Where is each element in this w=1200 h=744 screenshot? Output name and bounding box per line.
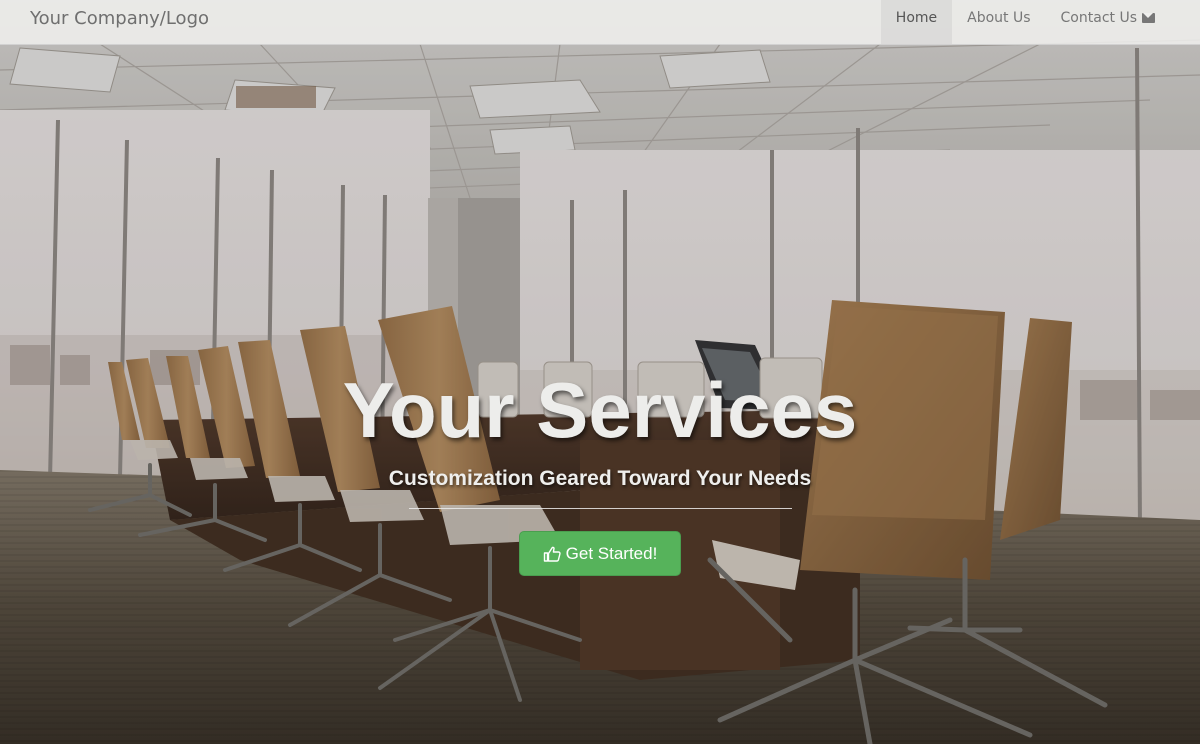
nav-item-contact-us[interactable]: Contact Us [1046, 0, 1170, 44]
hero-title: Your Services [342, 366, 858, 454]
nav-item-home[interactable]: Home [880, 0, 953, 44]
brand-logo-link[interactable]: Your Company/Logo [30, 0, 209, 44]
hero-divider [408, 508, 792, 509]
nav-menu: Home About Us Contact Us [880, 0, 1170, 44]
get-started-button[interactable]: Get Started! [519, 531, 681, 576]
page: Your Company/Logo Home About Us Contact … [0, 0, 1200, 744]
thumbs-up-icon [543, 546, 561, 562]
envelope-icon [1142, 13, 1155, 23]
hero-section: Your Services Customization Geared Towar… [0, 360, 1200, 576]
nav-item-label: Contact Us [1060, 10, 1137, 26]
get-started-label: Get Started! [565, 543, 658, 563]
hero-subtitle: Customization Geared Toward Your Needs [388, 467, 812, 490]
top-navbar: Your Company/Logo Home About Us Contact … [0, 0, 1200, 45]
nav-item-label: Home [895, 10, 938, 26]
nav-item-label: About Us [967, 10, 1031, 26]
nav-item-about-us[interactable]: About Us [952, 0, 1045, 44]
